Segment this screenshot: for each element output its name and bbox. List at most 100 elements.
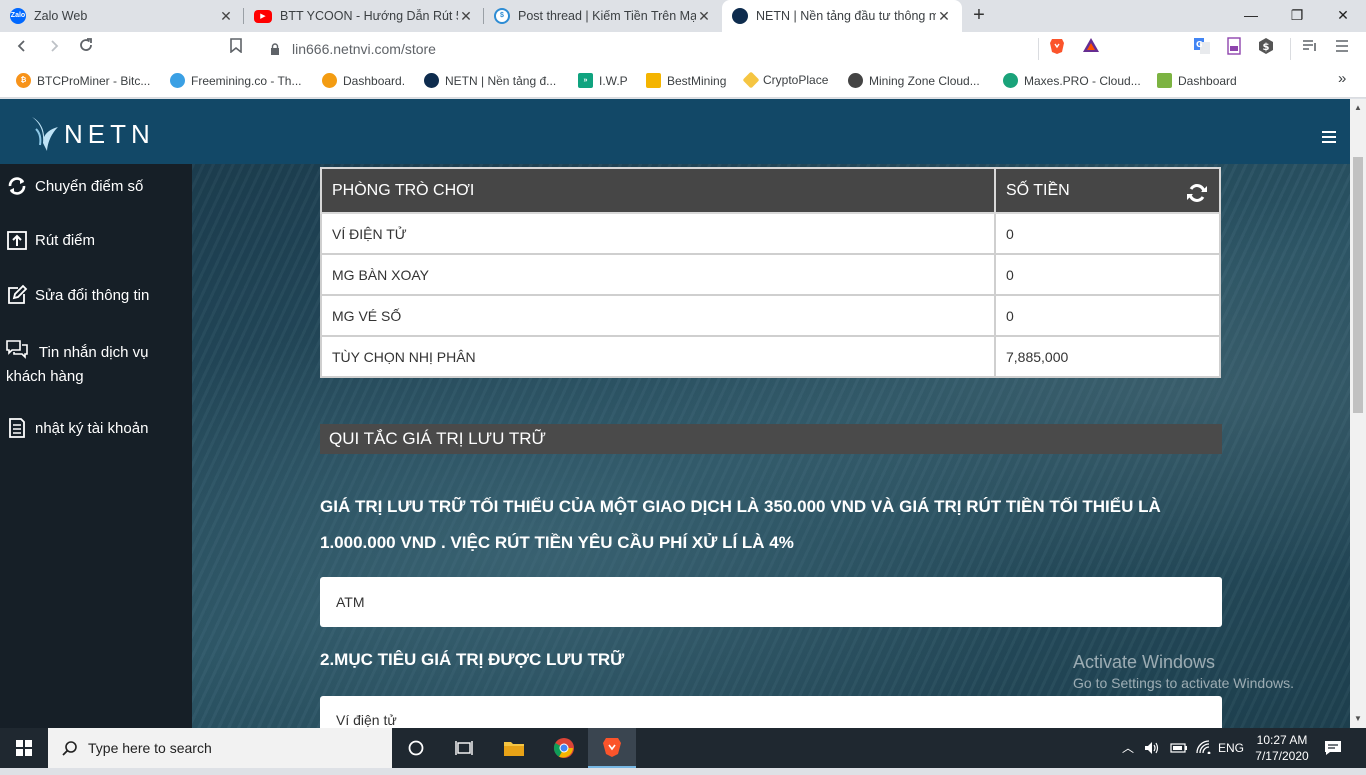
bookmark-button[interactable] <box>224 37 248 61</box>
column-header-game-room: PHÒNG TRÒ CHƠI <box>320 167 996 214</box>
sidebar-item-customer-messages[interactable]: Tin nhắn dịch vụ khách hàng <box>6 339 176 389</box>
cortana-button[interactable] <box>392 728 440 768</box>
playlist-icon <box>1303 40 1316 51</box>
bookmark-btcprominer[interactable]: ₿ BTCProMiner - Bitc... <box>16 73 150 88</box>
sidebar-item-transfer-points[interactable]: Chuyển điểm số <box>6 175 143 199</box>
target-wallet-select[interactable]: Ví điện tử <box>320 696 1222 728</box>
tab-forum[interactable]: $ Post thread | Kiếm Tiền Trên Mạng ✕ <box>484 0 722 32</box>
task-view-button[interactable] <box>440 728 488 768</box>
start-button[interactable] <box>0 728 48 768</box>
page-scrollbar[interactable]: ▲ ▼ <box>1350 99 1366 728</box>
svg-text:G: G <box>1196 40 1203 49</box>
more-bookmarks-button[interactable]: » <box>1338 70 1346 87</box>
bookmark-freemining[interactable]: Freemining.co - Th... <box>170 73 301 88</box>
forum-icon: $ <box>494 8 510 24</box>
brave-taskbar-button[interactable] <box>588 728 636 768</box>
bookmark-miningzone[interactable]: Mining Zone Cloud... <box>848 73 980 88</box>
bookmark-bestmining[interactable]: BestMining <box>646 73 726 88</box>
browser-menu-button[interactable] <box>1330 37 1354 61</box>
sidebar-item-edit-info[interactable]: Sửa đổi thông tin <box>6 284 149 308</box>
payment-method-select[interactable]: ATM <box>320 577 1222 627</box>
tab-title: BTT YCOON - Hướng Dẫn Rút 58.8 <box>280 9 458 23</box>
taskbar-clock[interactable]: 10:27 AM 7/17/2020 <box>1252 732 1312 764</box>
scroll-down-icon[interactable]: ▼ <box>1354 714 1362 723</box>
cortana-circle-icon <box>408 740 424 756</box>
bookmark-label: Dashboard. <box>343 73 406 88</box>
bookmark-dashboard-2[interactable]: Dashboard <box>1157 73 1237 88</box>
reload-icon <box>80 38 92 51</box>
new-tab-button[interactable]: + <box>968 4 990 26</box>
tab-netn[interactable]: NETN | Nền tảng đầu tư thông mi ✕ <box>722 0 962 32</box>
sidebar-item-account-log[interactable]: nhật ký tài khoản <box>6 417 148 441</box>
pdf-extension[interactable] <box>1222 37 1246 61</box>
game-room-cell: MG VÉ SỐ <box>320 294 996 337</box>
amount-cell: 0 <box>994 212 1221 255</box>
taskbar-search-box[interactable]: Type here to search <box>48 728 392 768</box>
sidebar-item-withdraw[interactable]: Rút điểm <box>6 229 95 253</box>
sidebar: Chuyển điểm số Rút điểm Sửa đổi thông ti… <box>0 164 192 728</box>
web-page: NETN Chuyển điểm số Rút điểm Sửa đổi thô… <box>0 99 1350 728</box>
bookmark-label: BTCProMiner - Bitc... <box>37 73 151 88</box>
bookmark-iwp[interactable]: » I.W.P <box>578 73 628 88</box>
close-icon[interactable]: ✕ <box>696 8 712 25</box>
minimize-button[interactable]: — <box>1228 0 1274 32</box>
language-indicator[interactable]: ENG <box>1218 741 1244 755</box>
reload-button[interactable] <box>74 37 98 61</box>
cashback-extension[interactable]: $ <box>1254 37 1278 61</box>
tab-title: Post thread | Kiếm Tiền Trên Mạng <box>518 9 696 23</box>
tab-youtube[interactable]: ▶ BTT YCOON - Hướng Dẫn Rút 58.8 ✕ <box>244 0 484 32</box>
close-icon[interactable]: ✕ <box>936 8 952 25</box>
wifi-icon[interactable] <box>1196 740 1212 754</box>
zalo-icon: Zalo <box>10 8 26 24</box>
brave-shield-button[interactable] <box>1045 37 1069 61</box>
bookmark-icon <box>230 38 242 54</box>
back-button[interactable] <box>10 37 34 61</box>
logo-text: NETN <box>64 118 155 149</box>
chrome-button[interactable] <box>540 728 588 768</box>
notification-icon[interactable] <box>1324 740 1342 756</box>
reading-list-button[interactable] <box>1298 37 1322 61</box>
close-icon[interactable]: ✕ <box>458 8 474 25</box>
bookmark-maxes[interactable]: Maxes.PRO - Cloud... <box>1003 73 1141 88</box>
battery-icon[interactable] <box>1170 742 1188 754</box>
site-logo[interactable]: NETN <box>30 115 155 153</box>
maximize-button[interactable]: ❐ <box>1274 0 1320 32</box>
close-icon[interactable]: ✕ <box>218 8 234 25</box>
watermark-title: Activate Windows <box>1073 652 1216 672</box>
main-content: PHÒNG TRÒ CHƠI SỐ TIỀN VÍ ĐIỆN TỬ 0 MG B… <box>192 164 1350 728</box>
tab-zalo[interactable]: Zalo Zalo Web ✕ <box>0 0 244 32</box>
bookmark-label: Maxes.PRO - Cloud... <box>1024 73 1141 88</box>
bookmark-netn[interactable]: NETN | Nền tảng đ... <box>424 73 556 88</box>
bestmining-icon <box>646 73 661 88</box>
chrome-icon <box>553 738 574 758</box>
translate-extension[interactable]: G <box>1190 37 1214 61</box>
url-text: lin666.netnvi.com/store <box>292 41 436 57</box>
rewards-triangle-icon <box>1083 38 1099 52</box>
scrollbar-thumb[interactable] <box>1353 157 1363 413</box>
refresh-icon <box>8 177 26 195</box>
miningzone-icon <box>848 73 863 88</box>
forward-button[interactable] <box>42 37 66 61</box>
dashboard-icon <box>1157 73 1172 88</box>
site-menu-button[interactable] <box>1322 131 1336 143</box>
scroll-up-icon[interactable]: ▲ <box>1354 103 1362 112</box>
search-icon <box>62 741 77 756</box>
brave-rewards-button[interactable] <box>1079 37 1103 61</box>
site-header: NETN <box>0 99 1350 164</box>
rules-text: GIÁ TRỊ LƯU TRỮ TỐI THIỂU CỦA MỘT GIAO D… <box>320 497 1161 552</box>
address-bar[interactable]: lin666.netnvi.com/store <box>254 35 1114 63</box>
chevron-up-icon[interactable]: ︿ <box>1122 739 1134 756</box>
hamburger-icon <box>1336 40 1348 52</box>
bookmark-dashboard-1[interactable]: Dashboard. <box>322 73 405 88</box>
arrow-left-icon <box>17 40 25 52</box>
tab-title: Zalo Web <box>34 9 88 23</box>
bookmark-cryptoplace[interactable]: CryptoPlace <box>742 71 828 89</box>
close-window-button[interactable]: ✕ <box>1320 0 1366 32</box>
volume-icon[interactable] <box>1144 741 1160 755</box>
netn-icon <box>732 8 748 24</box>
windows-taskbar: Type here to search ︿ ENG 10:27 AM 7/17/… <box>0 728 1366 768</box>
translate-icon: G <box>1194 38 1210 54</box>
browser-toolbar: lin666.netnvi.com/store G $ <box>0 32 1366 66</box>
refresh-balance-icon[interactable] <box>1186 182 1208 204</box>
file-explorer-button[interactable] <box>490 728 538 768</box>
